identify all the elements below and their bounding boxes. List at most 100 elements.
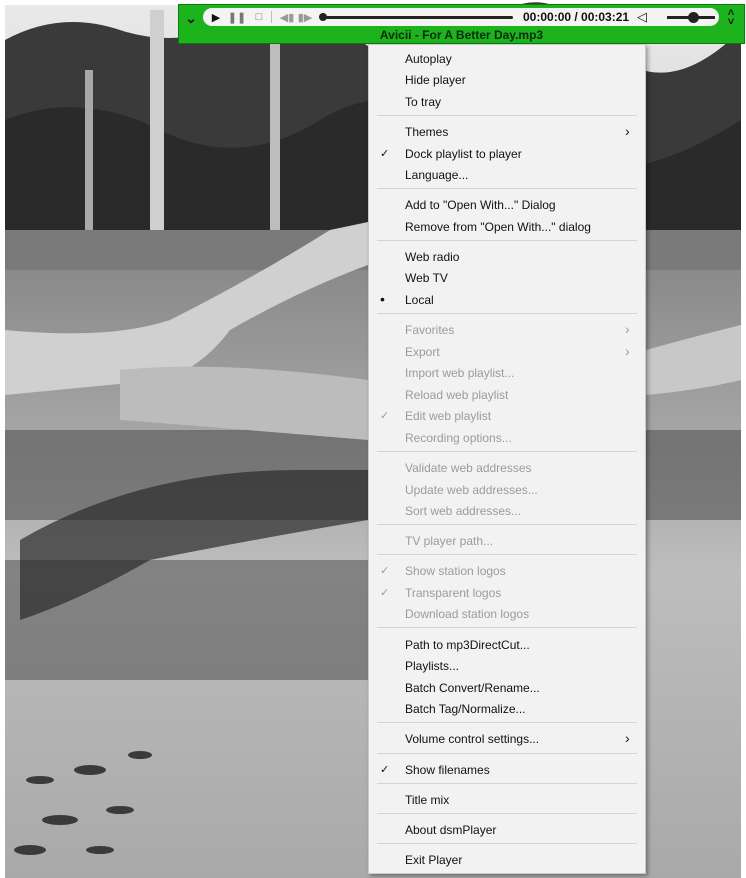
menu-item-show-filenames[interactable]: ✓ Show filenames	[369, 760, 645, 781]
menu-item-update-web-addresses[interactable]: Update web addresses...	[369, 480, 645, 501]
menu-item-batch-tag-normalize[interactable]: Batch Tag/Normalize...	[369, 699, 645, 720]
separator	[271, 11, 272, 23]
menu-item-label: Transparent logos	[405, 586, 502, 600]
menu-item-label: TV player path...	[405, 534, 494, 548]
menu-item-recording-options[interactable]: Recording options...	[369, 428, 645, 449]
player-controls: ⌄ ▶ ❚❚ □ ◀▮ ▮▶ 00:00:00 / 00:03:21 ◁ ˄ ˅	[179, 7, 744, 28]
menu-item-path-to-mp3directcut[interactable]: Path to mp3DirectCut...	[369, 635, 645, 656]
menu-item-hide-player[interactable]: Hide player	[369, 70, 645, 91]
menu-item-label: Volume control settings...	[405, 732, 540, 746]
menu-item-label: Edit web playlist	[405, 409, 492, 423]
menu-item-web-tv[interactable]: Web TV	[369, 268, 645, 289]
menu-item-label: Batch Convert/Rename...	[405, 681, 540, 695]
menu-item-label: Hide player	[405, 73, 466, 87]
menu-item-import-web-playlist[interactable]: Import web playlist...	[369, 363, 645, 384]
chevron-right-icon: ›	[625, 343, 630, 359]
play-icon[interactable]: ▶	[210, 8, 222, 26]
menu-separator	[377, 813, 637, 814]
menu-item-label: Validate web addresses	[405, 461, 532, 475]
chevron-down-icon[interactable]: ⌄	[182, 9, 200, 27]
volume-thumb[interactable]	[688, 12, 699, 23]
menu-separator	[377, 783, 637, 784]
menu-separator	[377, 240, 637, 241]
menu-item-label: Language...	[405, 168, 469, 182]
menu-item-add-to-open-with-dialog[interactable]: Add to "Open With..." Dialog	[369, 195, 645, 216]
menu-separator	[377, 722, 637, 723]
menu-item-label: Favorites	[405, 323, 455, 337]
seek-bar[interactable]	[321, 16, 513, 19]
menu-item-language[interactable]: Language...	[369, 165, 645, 186]
bullet-icon: •	[380, 291, 385, 307]
check-icon: ✓	[380, 764, 390, 776]
menu-separator	[377, 554, 637, 555]
check-icon: ✓	[380, 587, 390, 599]
menu-separator	[377, 115, 637, 116]
menu-item-label: Path to mp3DirectCut...	[405, 638, 530, 652]
menu-item-tv-player-path[interactable]: TV player path...	[369, 531, 645, 552]
menu-item-sort-web-addresses[interactable]: Sort web addresses...	[369, 501, 645, 522]
menu-separator	[377, 627, 637, 628]
menu-item-export[interactable]: Export ›	[369, 342, 645, 363]
menu-item-title-mix[interactable]: Title mix	[369, 790, 645, 811]
menu-item-label: Title mix	[405, 793, 450, 807]
menu-item-download-station-logos[interactable]: Download station logos	[369, 604, 645, 625]
menu-item-dock-playlist-to-player[interactable]: ✓ Dock playlist to player	[369, 144, 645, 165]
menu-item-label: Local	[405, 293, 434, 307]
menu-separator	[377, 451, 637, 452]
menu-separator	[377, 188, 637, 189]
menu-item-exit-player[interactable]: Exit Player	[369, 850, 645, 871]
menu-item-label: Themes	[405, 125, 449, 139]
speaker-icon[interactable]: ◁	[635, 8, 649, 26]
chevron-updown-icon[interactable]: ˄ ˅	[722, 8, 740, 28]
menu-item-label: Add to "Open With..." Dialog	[405, 198, 556, 212]
menu-item-label: About dsmPlayer	[405, 823, 497, 837]
menu-item-favorites[interactable]: Favorites ›	[369, 320, 645, 341]
menu-item-themes[interactable]: Themes ›	[369, 122, 645, 143]
check-icon: ✓	[380, 565, 390, 577]
menu-item-batch-convert-rename[interactable]: Batch Convert/Rename...	[369, 678, 645, 699]
menu-item-transparent-logos[interactable]: ✓ Transparent logos	[369, 583, 645, 604]
stop-icon[interactable]: □	[253, 8, 265, 26]
menu-item-label: Remove from "Open With..." dialog	[405, 220, 591, 234]
menu-separator	[377, 843, 637, 844]
menu-item-label: Download station logos	[405, 607, 530, 621]
menu-item-show-station-logos[interactable]: ✓ Show station logos	[369, 561, 645, 582]
menu-item-to-tray[interactable]: To tray	[369, 92, 645, 113]
menu-item-volume-control-settings[interactable]: Volume control settings... ›	[369, 729, 645, 750]
track-title: Avicii - For A Better Day.mp3	[379, 28, 544, 42]
menu-item-label: Sort web addresses...	[405, 504, 522, 518]
menu-item-label: Update web addresses...	[405, 483, 538, 497]
menu-item-validate-web-addresses[interactable]: Validate web addresses	[369, 458, 645, 479]
menu-item-label: Dock playlist to player	[405, 147, 522, 161]
menu-item-edit-web-playlist[interactable]: ✓ Edit web playlist	[369, 406, 645, 427]
menu-item-label: Export	[405, 345, 440, 359]
menu-item-autoplay[interactable]: Autoplay	[369, 49, 645, 70]
menu-item-label: Show filenames	[405, 763, 490, 777]
time-display: 00:00:00 / 00:03:21	[523, 10, 630, 24]
menu-item-label: To tray	[405, 95, 442, 109]
context-menu: Autoplay Hide player To tray Themes › ✓ Dock p…	[368, 44, 646, 874]
menu-item-playlists[interactable]: Playlists...	[369, 656, 645, 677]
menu-item-label: Exit Player	[405, 853, 463, 867]
check-icon: ✓	[380, 148, 390, 160]
menu-item-about-dsmplayer[interactable]: About dsmPlayer	[369, 820, 645, 841]
menu-item-web-radio[interactable]: Web radio	[369, 247, 645, 268]
seek-thumb[interactable]	[319, 13, 327, 21]
menu-item-local[interactable]: • Local	[369, 290, 645, 311]
menu-item-label: Reload web playlist	[405, 388, 509, 402]
menu-separator	[377, 313, 637, 314]
pause-icon[interactable]: ❚❚	[228, 8, 246, 26]
menu-item-label: Autoplay	[405, 52, 452, 66]
player-bar: ⌄ ▶ ❚❚ □ ◀▮ ▮▶ 00:00:00 / 00:03:21 ◁ ˄ ˅ …	[178, 4, 745, 44]
menu-item-label: Import web playlist...	[405, 366, 515, 380]
chevron-right-icon: ›	[625, 730, 630, 746]
menu-separator	[377, 524, 637, 525]
previous-icon[interactable]: ◀▮	[280, 8, 295, 26]
menu-item-remove-from-open-with-dialog[interactable]: Remove from "Open With..." dialog	[369, 217, 645, 238]
transport-panel: ▶ ❚❚ □ ◀▮ ▮▶ 00:00:00 / 00:03:21 ◁	[203, 8, 719, 26]
menu-item-reload-web-playlist[interactable]: Reload web playlist	[369, 385, 645, 406]
chevron-right-icon: ›	[625, 123, 630, 139]
next-icon[interactable]: ▮▶	[298, 8, 313, 26]
menu-item-label: Playlists...	[405, 659, 460, 673]
menu-item-label: Web TV	[405, 271, 448, 285]
